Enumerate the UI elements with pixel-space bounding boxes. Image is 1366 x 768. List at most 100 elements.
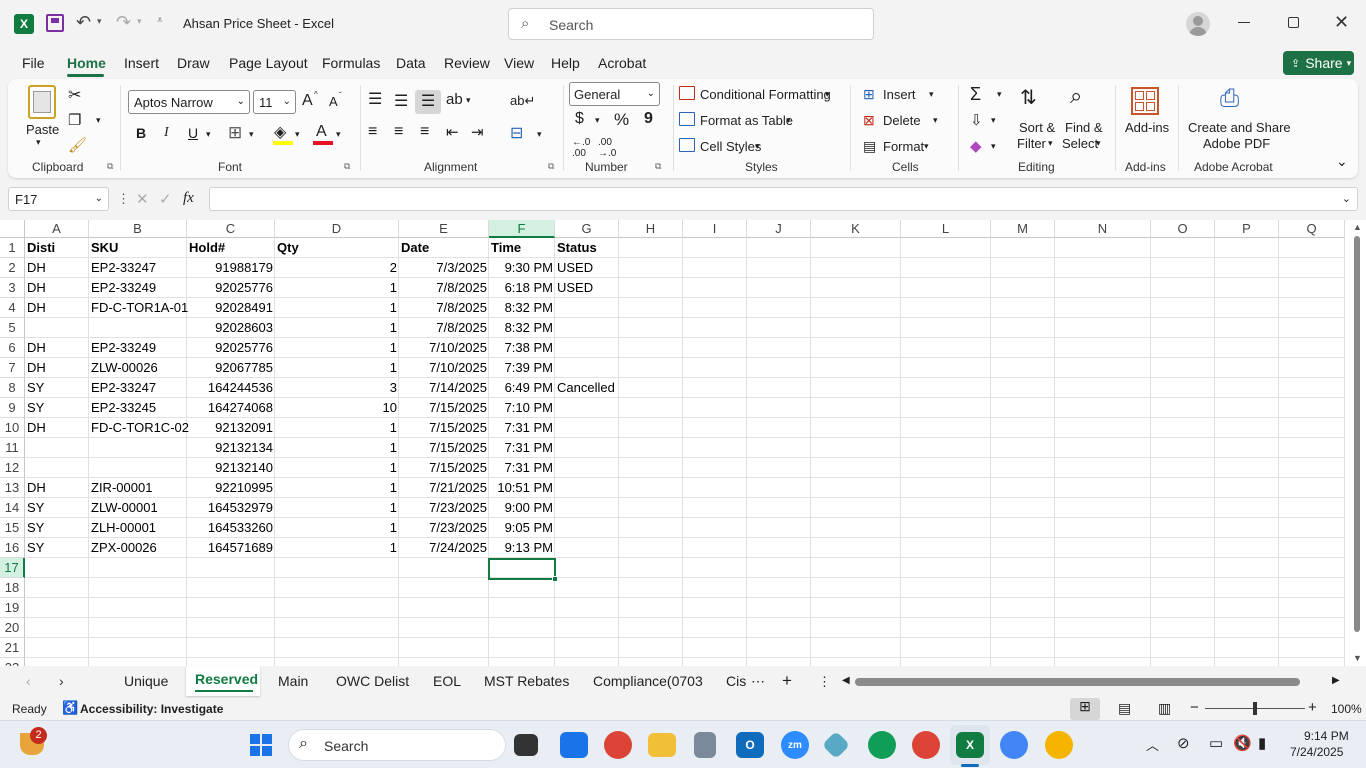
tab-split-handle-icon[interactable]: ⋮ bbox=[818, 674, 831, 690]
orientation-icon[interactable]: ab bbox=[446, 91, 463, 108]
cell-e12[interactable]: 7/15/2025 bbox=[399, 458, 489, 478]
find-select-chevron-icon[interactable]: ▾ bbox=[1096, 138, 1101, 149]
cell-d14[interactable]: 1 bbox=[275, 498, 399, 518]
increase-decimal-icon[interactable]: ←.0.00 bbox=[572, 137, 590, 159]
page-layout-view-icon[interactable]: ▤ bbox=[1118, 700, 1131, 717]
align-middle-icon[interactable]: ☰ bbox=[394, 91, 408, 111]
scroll-up-icon[interactable]: ▲ bbox=[1353, 222, 1362, 232]
cell-f4[interactable]: 8:32 PM bbox=[489, 298, 555, 318]
cell-c8[interactable]: 164244536 bbox=[187, 378, 275, 398]
cell-a10[interactable]: DH bbox=[25, 418, 89, 438]
cell-g1[interactable]: Status bbox=[555, 238, 619, 258]
accessibility-icon[interactable]: ♿ bbox=[62, 700, 78, 716]
task-view-icon[interactable] bbox=[514, 734, 538, 756]
tab-page-layout[interactable]: Page Layout bbox=[229, 55, 308, 71]
format-chevron-icon[interactable]: ▾ bbox=[924, 141, 929, 152]
chrome-icon[interactable] bbox=[604, 731, 632, 759]
cell-d5[interactable]: 1 bbox=[275, 318, 399, 338]
autosum-icon[interactable]: Σ bbox=[970, 84, 981, 105]
cell-d13[interactable]: 1 bbox=[275, 478, 399, 498]
currency-icon[interactable]: $ bbox=[575, 110, 584, 128]
cell-g3[interactable]: USED bbox=[555, 278, 619, 298]
search-box[interactable]: ⌕ Search bbox=[508, 8, 874, 40]
clear-chevron-icon[interactable]: ▾ bbox=[991, 141, 996, 152]
autosum-chevron-icon[interactable]: ▾ bbox=[997, 89, 1002, 100]
format-as-table-button[interactable]: Format as Table bbox=[700, 113, 793, 128]
cell-b16[interactable]: ZPX-00026 bbox=[89, 538, 187, 558]
zoom-level[interactable]: 100% bbox=[1331, 702, 1362, 716]
create-pdf-icon[interactable]: ⎙ bbox=[1220, 85, 1239, 113]
cell-c3[interactable]: 92025776 bbox=[187, 278, 275, 298]
cell-c15[interactable]: 164533260 bbox=[187, 518, 275, 538]
clock-time[interactable]: 9:14 PM bbox=[1304, 729, 1349, 743]
cell-e16[interactable]: 7/24/2025 bbox=[399, 538, 489, 558]
cell-c10[interactable]: 92132091 bbox=[187, 418, 275, 438]
cell-b3[interactable]: EP2-33249 bbox=[89, 278, 187, 298]
column-header-k[interactable]: K bbox=[811, 220, 901, 238]
underline-chevron-icon[interactable]: ▾ bbox=[206, 129, 211, 140]
font-color-chevron-icon[interactable]: ▾ bbox=[336, 129, 341, 140]
row-header[interactable]: 12 bbox=[0, 458, 25, 478]
comma-style-icon[interactable]: 9 bbox=[644, 110, 653, 128]
cell-c12[interactable]: 92132140 bbox=[187, 458, 275, 478]
sheet-tab-reserved[interactable]: Reserved bbox=[195, 671, 258, 687]
underline-button[interactable]: U bbox=[188, 125, 198, 141]
cell-g8[interactable]: Cancelled bbox=[555, 378, 619, 398]
format-cells-icon[interactable]: ▤ bbox=[863, 138, 876, 155]
cancel-entry-icon[interactable]: ✕ bbox=[136, 190, 149, 208]
tab-data[interactable]: Data bbox=[396, 55, 426, 71]
sort-filter-icon[interactable]: ⇅ bbox=[1020, 85, 1037, 110]
conditional-chevron-icon[interactable]: ▾ bbox=[825, 89, 830, 100]
save-icon[interactable] bbox=[46, 14, 64, 32]
cell-e14[interactable]: 7/23/2025 bbox=[399, 498, 489, 518]
scroll-left-icon[interactable]: ◀ bbox=[842, 675, 850, 686]
cell-f13[interactable]: 10:51 PM bbox=[489, 478, 555, 498]
network-off-icon[interactable]: ⊘ bbox=[1177, 734, 1190, 752]
tab-draw[interactable]: Draw bbox=[177, 55, 210, 71]
cell-f2[interactable]: 9:30 PM bbox=[489, 258, 555, 278]
row-header[interactable]: 8 bbox=[0, 378, 25, 398]
row-header[interactable]: 7 bbox=[0, 358, 25, 378]
tab-file[interactable]: File bbox=[22, 55, 45, 71]
cell-b15[interactable]: ZLH-00001 bbox=[89, 518, 187, 538]
row-header[interactable]: 20 bbox=[0, 618, 25, 638]
font-size-select[interactable]: 11 ⌄ bbox=[253, 90, 296, 114]
column-header-a[interactable]: A bbox=[25, 220, 89, 238]
cut-icon[interactable]: ✂ bbox=[68, 85, 81, 105]
tab-home[interactable]: Home bbox=[67, 55, 106, 71]
volume-muted-icon[interactable]: 🔇 bbox=[1233, 734, 1252, 752]
sheet-tab-eol[interactable]: EOL bbox=[433, 673, 461, 689]
expand-formula-icon[interactable]: ⌄ bbox=[1342, 192, 1351, 205]
microsoft-store-icon[interactable] bbox=[560, 732, 588, 758]
cell-b2[interactable]: EP2-33247 bbox=[89, 258, 187, 278]
column-header-g[interactable]: G bbox=[555, 220, 619, 238]
delete-cells-button[interactable]: Delete bbox=[883, 113, 921, 128]
scroll-right-icon[interactable]: ▶ bbox=[1332, 675, 1340, 686]
row-header[interactable]: 15 bbox=[0, 518, 25, 538]
chrome-profile-icon[interactable] bbox=[868, 731, 896, 759]
cell-d4[interactable]: 1 bbox=[275, 298, 399, 318]
sort-filter-label-2[interactable]: Filter bbox=[1017, 136, 1046, 151]
align-bottom-button[interactable]: ☰ bbox=[415, 90, 441, 114]
customize-quick-access-icon[interactable]: ⩡ bbox=[157, 15, 163, 26]
sheet-tab-owc-delist[interactable]: OWC Delist bbox=[336, 673, 409, 689]
cell-d8[interactable]: 3 bbox=[275, 378, 399, 398]
sort-filter-chevron-icon[interactable]: ▾ bbox=[1048, 138, 1053, 149]
add-sheet-icon[interactable]: + bbox=[782, 671, 792, 691]
cell-d12[interactable]: 1 bbox=[275, 458, 399, 478]
currency-chevron-icon[interactable]: ▾ bbox=[595, 115, 600, 126]
format-painter-icon[interactable]: 🖌 bbox=[68, 136, 87, 154]
insert-function-icon[interactable]: fx bbox=[183, 190, 194, 207]
cell-f5[interactable]: 8:32 PM bbox=[489, 318, 555, 338]
wrap-text-icon[interactable]: ab↵ bbox=[510, 93, 535, 109]
selected-cell[interactable] bbox=[488, 558, 556, 580]
row-header[interactable]: 13 bbox=[0, 478, 25, 498]
spreadsheet-grid[interactable]: ABCDEFGHIJKLMNOPQ 1 Disti SKU Hold# Qty Date T… bbox=[0, 220, 1366, 666]
format-cells-button[interactable]: Format bbox=[883, 139, 924, 154]
find-select-label-2[interactable]: Select bbox=[1062, 136, 1098, 151]
cell-d11[interactable]: 1 bbox=[275, 438, 399, 458]
cell-b1[interactable]: SKU bbox=[89, 238, 187, 258]
cell-d7[interactable]: 1 bbox=[275, 358, 399, 378]
excel-taskbar-icon[interactable]: X bbox=[956, 732, 984, 758]
cell-a3[interactable]: DH bbox=[25, 278, 89, 298]
